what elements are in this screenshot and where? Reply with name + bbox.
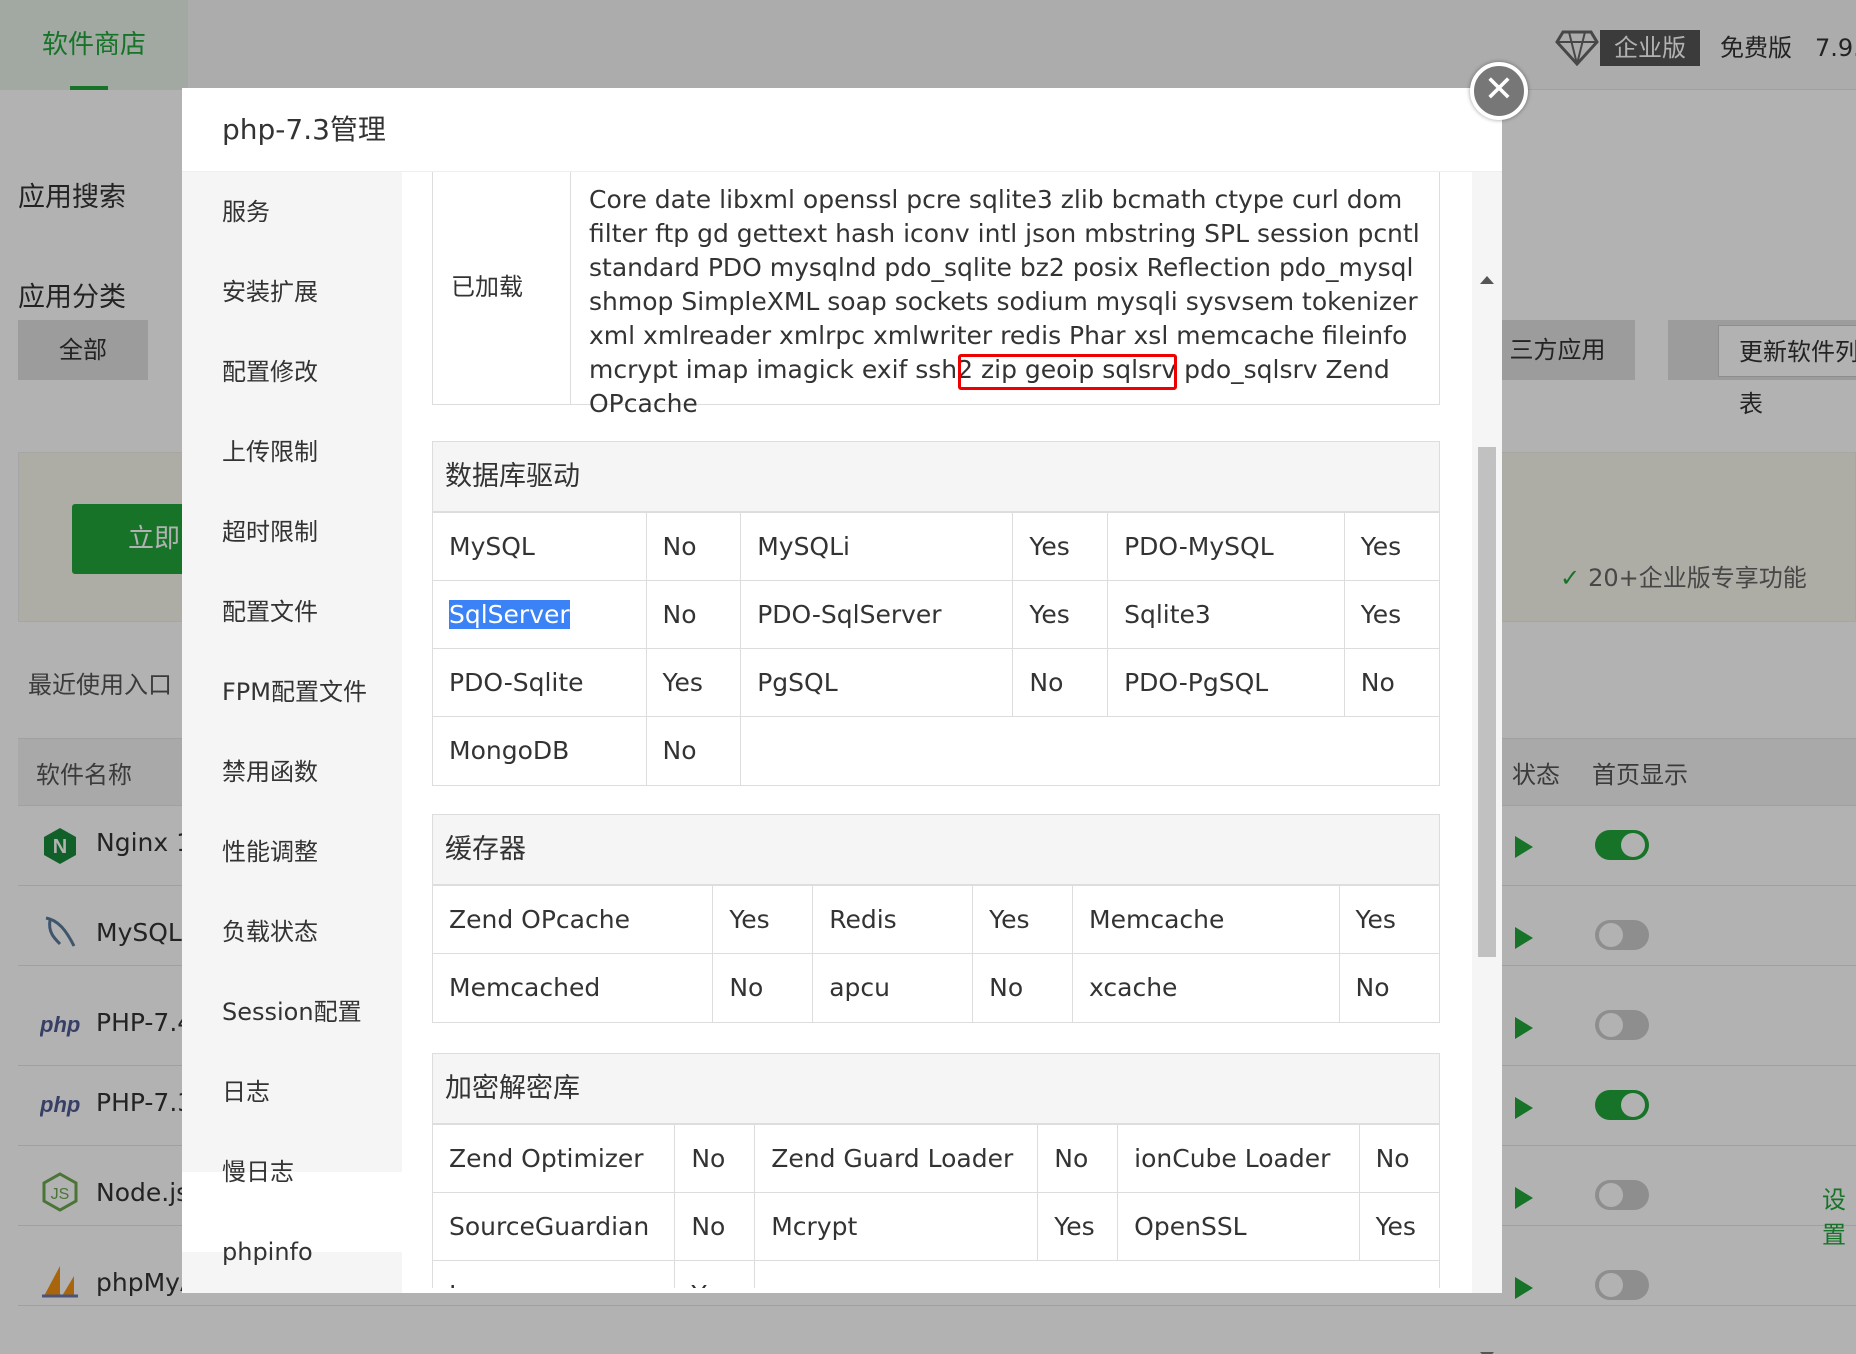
ext-name: ionCube Loader [1117, 1124, 1360, 1193]
cache-section: 缓存器 Zend OPcache Yes Redis Yes Memcache Yes… [432, 814, 1440, 1023]
sidebar-item-config-file[interactable]: 配置文件 [222, 572, 318, 652]
ext-status: No [712, 953, 814, 1022]
ext-name: apcu [812, 953, 974, 1022]
ext-status: No [1338, 953, 1439, 1022]
ext-status: No [645, 580, 742, 649]
ext-status: No [1358, 1124, 1439, 1193]
table-row: SqlServer No PDO-SqlServer Yes Sqlite3 Yes [433, 580, 1439, 649]
table-row: SourceGuardian No Mcrypt Yes OpenSSL Yes [433, 1192, 1439, 1261]
ext-status: No [674, 1192, 756, 1261]
sidebar-item-load-status[interactable]: 负载状态 [222, 892, 318, 972]
sidebar-item-upload-limit[interactable]: 上传限制 [222, 412, 318, 492]
ext-status: No [972, 953, 1074, 1022]
ext-status: No [674, 1124, 756, 1193]
ext-name: PgSQL [740, 648, 1014, 717]
sidebar-item-log[interactable]: 日志 [222, 1052, 270, 1132]
ext-status: Yes [712, 885, 814, 954]
content-scrollbar[interactable] [1472, 172, 1502, 1354]
crypto-section: 加密解密库 Zend Optimizer No Zend Guard Loader… [432, 1053, 1440, 1288]
ext-name: PDO-SqlServer [740, 580, 1014, 649]
ext-name: PDO-MySQL [1107, 512, 1345, 581]
ext-status: No [645, 716, 742, 785]
ext-name: Mcrypt [754, 1192, 1039, 1261]
scrollbar-thumb[interactable] [1478, 447, 1496, 957]
close-modal-button[interactable]: ✕ [1470, 62, 1528, 120]
table-row: MongoDB No [433, 716, 1439, 785]
selected-text: SqlServer [449, 600, 570, 629]
ext-name: Memcache [1072, 885, 1340, 954]
sidebar-item-service[interactable]: 服务 [222, 172, 270, 252]
ext-status: Yes [1343, 580, 1439, 649]
ext-status: No [1037, 1124, 1119, 1193]
ext-name: MySQL [433, 512, 647, 581]
ext-name: Iconv [433, 1260, 676, 1288]
ext-name: SqlServer [433, 580, 647, 649]
loaded-extensions-table: 已加载 Core date libxml openssl pcre sqlite… [432, 172, 1440, 418]
ext-name: OpenSSL [1117, 1192, 1360, 1261]
sidebar-item-timeout-limit[interactable]: 超时限制 [222, 492, 318, 572]
crypto-title: 加密解密库 [433, 1054, 1439, 1124]
ext-name: Redis [812, 885, 974, 954]
highlight-annotation-box [958, 354, 1177, 390]
ext-status: Yes [1343, 512, 1439, 581]
sidebar-item-session-config[interactable]: Session配置 [222, 972, 362, 1052]
scroll-up-arrow-icon[interactable] [1480, 276, 1494, 284]
empty-cell [754, 1260, 1439, 1288]
cache-title: 缓存器 [433, 815, 1439, 885]
table-row: Zend OPcache Yes Redis Yes Memcache Yes [433, 885, 1439, 954]
ext-status: Yes [1338, 885, 1439, 954]
ext-name: PDO-Sqlite [433, 648, 647, 717]
ext-name: PDO-PgSQL [1107, 648, 1345, 717]
ext-name: Zend Guard Loader [754, 1124, 1039, 1193]
sidebar-item-install-extension[interactable]: 安装扩展 [222, 252, 318, 332]
phpinfo-content: 已加载 Core date libxml openssl pcre sqlite… [432, 172, 1452, 1288]
db-driver-title: 数据库驱动 [433, 442, 1439, 512]
ext-status: Yes [1037, 1192, 1119, 1261]
sidebar-item-performance[interactable]: 性能调整 [222, 812, 318, 892]
ext-status: Yes [972, 885, 1074, 954]
empty-cell [740, 716, 1439, 785]
sidebar-item-slow-log[interactable]: 慢日志 [222, 1132, 294, 1212]
close-icon: ✕ [1483, 69, 1515, 110]
modal-title: php-7.3管理 [182, 88, 1502, 172]
sidebar-item-phpinfo[interactable]: phpinfo [222, 1212, 313, 1292]
sidebar-item-disabled-functions[interactable]: 禁用函数 [222, 732, 318, 812]
ext-name: Sqlite3 [1107, 580, 1345, 649]
table-row: MySQL No MySQLi Yes PDO-MySQL Yes [433, 512, 1439, 581]
ext-name: MongoDB [433, 716, 647, 785]
ext-status: Yes [1012, 512, 1109, 581]
ext-status: Yes [1358, 1192, 1439, 1261]
crypto-table: Zend Optimizer No Zend Guard Loader No ion… [433, 1124, 1439, 1288]
db-driver-section: 数据库驱动 MySQL No MySQLi Yes PDO-MySQL Yes Sql… [432, 441, 1440, 786]
sidebar-item-fpm-config[interactable]: FPM配置文件 [222, 652, 367, 732]
loaded-label: 已加载 [433, 172, 571, 404]
php-manager-modal: php-7.3管理 服务 安装扩展 配置修改 上传限制 超时限制 配置文件 FP… [182, 88, 1502, 1354]
table-row: IconvYes [433, 1260, 1439, 1288]
ext-status: No [645, 512, 742, 581]
cache-table: Zend OPcache Yes Redis Yes Memcache Yes Mem… [433, 885, 1439, 1022]
ext-name: xcache [1072, 953, 1340, 1022]
table-row: Zend Optimizer No Zend Guard Loader No ion… [433, 1124, 1439, 1193]
ext-status: Yes [645, 648, 742, 717]
ext-status: No [1343, 648, 1439, 717]
table-row: Memcached No apcu No xcache No [433, 953, 1439, 1022]
modal-sidebar: 服务 安装扩展 配置修改 上传限制 超时限制 配置文件 FPM配置文件 禁用函数… [182, 172, 402, 1293]
ext-name: Zend Optimizer [433, 1124, 676, 1193]
ext-name: MySQLi [740, 512, 1014, 581]
ext-status: Yes [1012, 580, 1109, 649]
db-driver-table: MySQL No MySQLi Yes PDO-MySQL Yes SqlServer… [433, 512, 1439, 785]
ext-name: SourceGuardian [433, 1192, 676, 1261]
ext-name: Memcached [433, 953, 714, 1022]
sidebar-item-config-edit[interactable]: 配置修改 [222, 332, 318, 412]
ext-status: Yes [674, 1260, 756, 1288]
table-row: PDO-Sqlite Yes PgSQL No PDO-PgSQL No [433, 648, 1439, 717]
ext-status: No [1012, 648, 1109, 717]
ext-name: Zend OPcache [433, 885, 714, 954]
